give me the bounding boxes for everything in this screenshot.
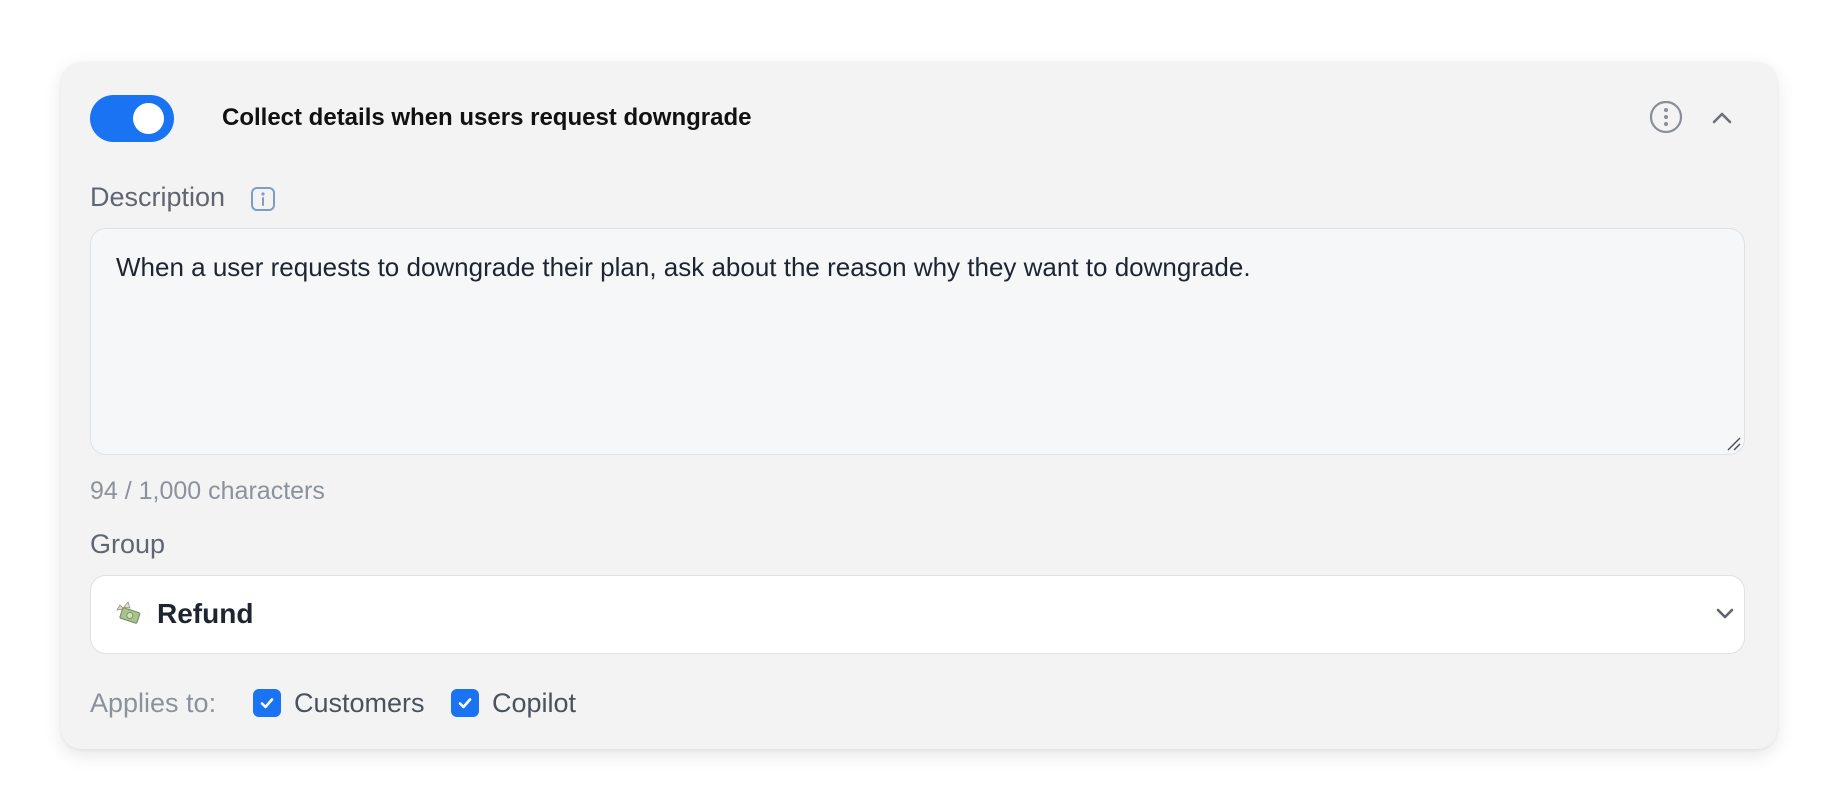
rule-title: Collect details when users request downg… [222, 104, 752, 131]
description-label: Description [90, 182, 226, 212]
more-options-icon[interactable] [1649, 100, 1683, 134]
toggle-knob [133, 103, 164, 134]
checkmark-icon [260, 698, 274, 709]
customers-checkbox-option[interactable]: Customers [253, 687, 425, 719]
group-select[interactable]: Refund [90, 575, 1745, 654]
chevron-down-icon [1716, 608, 1734, 619]
resize-handle-icon[interactable] [1725, 435, 1741, 451]
checkmark-icon [458, 698, 472, 709]
customers-checkbox[interactable] [253, 689, 281, 717]
customers-label: Customers [294, 687, 425, 718]
chevron-up-icon[interactable] [1706, 102, 1738, 134]
copilot-label: Copilot [492, 687, 577, 718]
description-text: When a user requests to downgrade their … [116, 252, 1251, 282]
copilot-checkbox[interactable] [451, 689, 479, 717]
money-with-wings-icon [116, 601, 141, 624]
info-icon[interactable] [250, 186, 276, 212]
group-selected-value: Refund [157, 598, 254, 629]
group-label: Group [90, 529, 166, 559]
enable-toggle[interactable] [90, 95, 174, 142]
copilot-checkbox-option[interactable]: Copilot [451, 687, 576, 719]
description-textarea[interactable]: When a user requests to downgrade their … [90, 228, 1745, 455]
rule-card: Collect details when users request downg… [61, 62, 1777, 749]
applies-to-label: Applies to: [90, 688, 217, 718]
character-count: 94 / 1,000 characters [90, 477, 325, 505]
